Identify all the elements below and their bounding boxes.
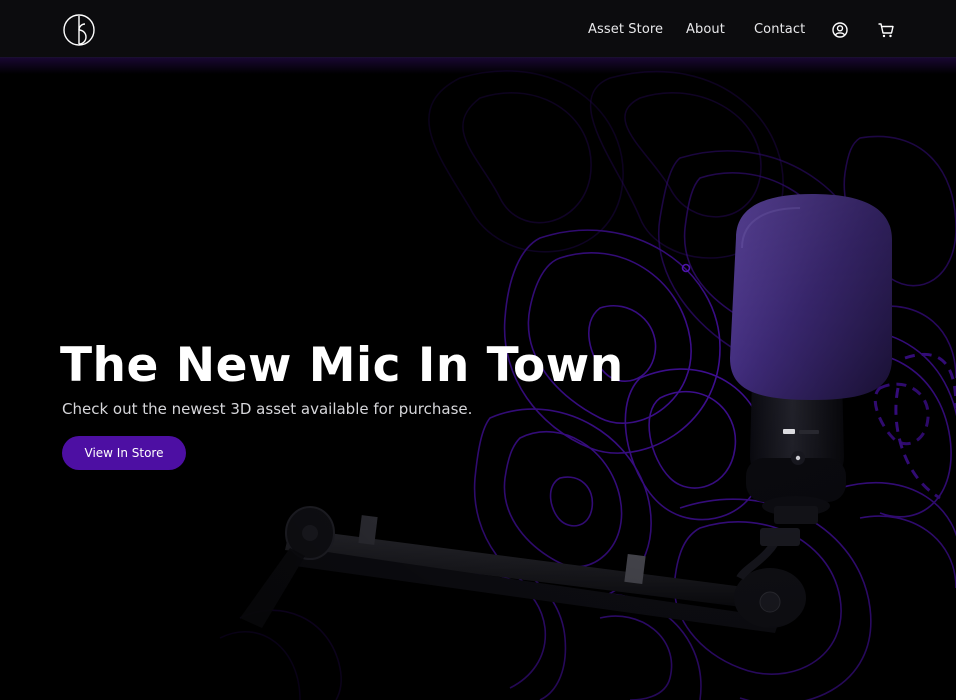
hero-section: The New Mic In Town Check out the newest… [0,58,956,700]
navbar: Asset Store About Contact [0,0,956,74]
brand-logo-icon[interactable] [62,13,96,47]
hero-subtitle: Check out the newest 3D asset available … [62,400,473,418]
nav-link-contact[interactable]: Contact [754,22,805,37]
view-in-store-button[interactable]: View In Store [62,436,186,470]
account-icon[interactable] [831,21,849,39]
hero-title: The New Mic In Town [60,338,624,393]
nav-link-about[interactable]: About [686,22,725,37]
cart-icon[interactable] [877,21,895,39]
nav-link-asset-store[interactable]: Asset Store [588,22,663,37]
